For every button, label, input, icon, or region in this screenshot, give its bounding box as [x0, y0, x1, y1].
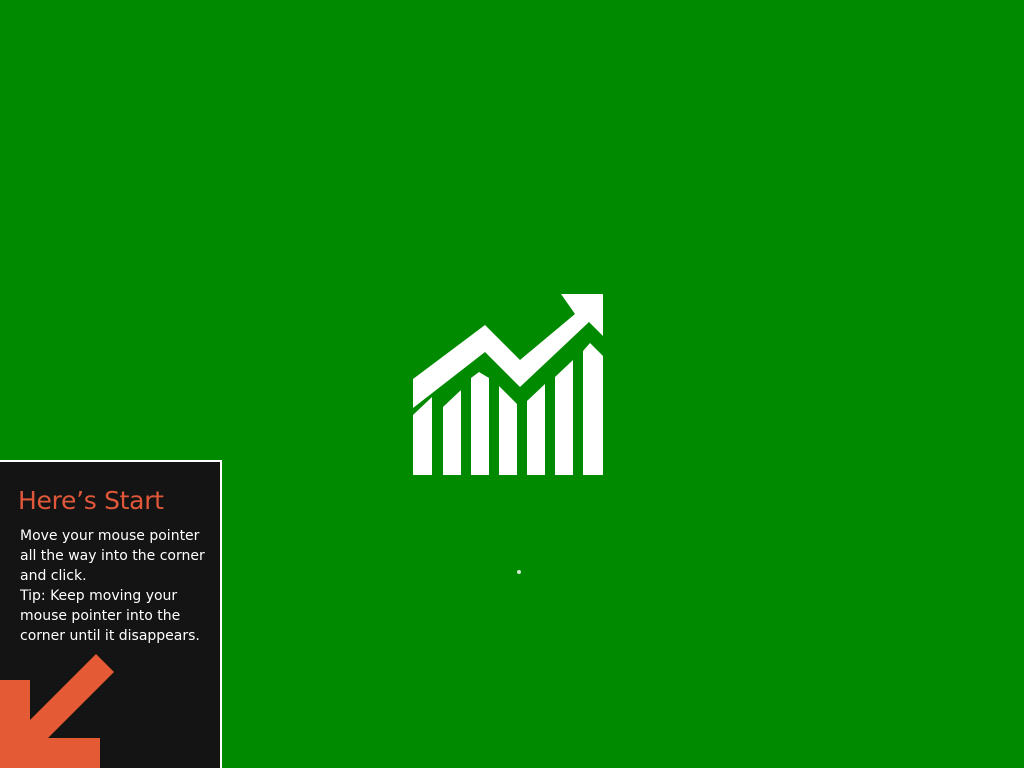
- start-tip-line: Move your mouse pointer: [20, 528, 200, 544]
- finance-chart-icon: [413, 294, 603, 475]
- start-tip-line: and click.: [20, 568, 87, 584]
- start-tip-title: Here’s Start: [18, 486, 164, 515]
- down-left-arrow-icon: [0, 654, 114, 768]
- loading-dot: [517, 570, 521, 574]
- start-tip-line: all the way into the corner: [20, 548, 205, 564]
- start-tip-line: mouse pointer into the: [20, 608, 181, 624]
- start-tip-line: corner until it disappears.: [20, 628, 200, 644]
- start-tip-panel: Here’s Start Move your mouse pointer all…: [0, 460, 222, 768]
- start-tip-text: Move your mouse pointer all the way into…: [20, 526, 210, 646]
- start-tip-line: Tip: Keep moving your: [20, 588, 178, 604]
